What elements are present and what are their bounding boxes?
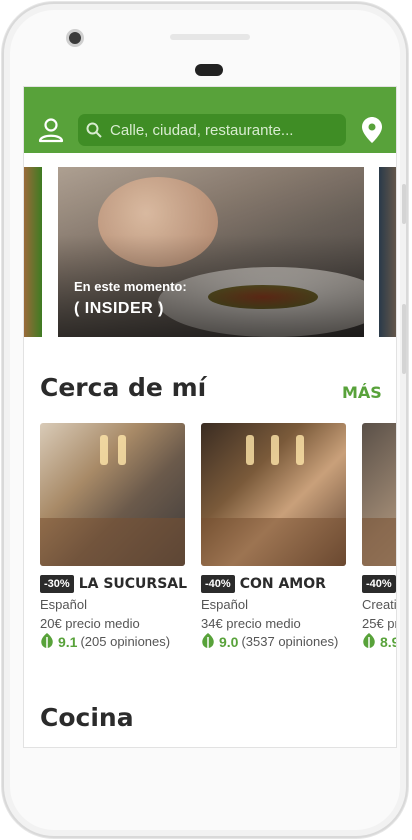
discount-badge: -40%	[362, 575, 396, 593]
restaurant-card[interactable]: -30% LA SUCURSAL Español 20€ precio medi…	[40, 423, 188, 663]
phone-frame: En este momento: ( INSIDER ) Cerca de mí…	[2, 2, 408, 838]
restaurant-card[interactable]: -40% CON AMOR Español 34€ precio medio 9…	[201, 423, 346, 663]
restaurant-image	[40, 423, 185, 566]
restaurant-cuisine: Español	[201, 597, 248, 612]
cuisine-section-title: Cocina	[40, 703, 134, 732]
carousel-next-slide[interactable]	[379, 167, 396, 337]
rating-score: 9.0	[219, 633, 239, 650]
restaurant-price: 25€ pr	[362, 616, 397, 631]
app-screen: En este momento: ( INSIDER ) Cerca de mí…	[23, 86, 397, 748]
volume-button	[402, 184, 406, 224]
discount-badge: -40%	[201, 575, 235, 593]
nearby-section-title: Cerca de mí	[40, 373, 207, 402]
review-count: (205 opiniones)	[80, 634, 171, 649]
slide-caption: En este momento: ( INSIDER )	[74, 279, 187, 318]
restaurant-card[interactable]: -40% Creativ 25€ pr 8.9	[362, 423, 397, 663]
restaurant-cuisine: Creativ	[362, 597, 397, 612]
top-speaker	[170, 34, 250, 40]
leaf-icon	[363, 633, 375, 650]
restaurant-image	[362, 423, 396, 566]
rating-score: 8.9	[380, 633, 396, 650]
earpiece	[195, 64, 223, 76]
more-link[interactable]: MÁS	[342, 383, 382, 402]
front-camera	[66, 29, 84, 47]
restaurant-name: CON AMOR	[239, 576, 326, 592]
search-bar[interactable]	[78, 114, 346, 146]
review-count: (3537 opiniones)	[241, 634, 339, 649]
restaurant-image	[201, 423, 346, 566]
user-icon[interactable]	[38, 117, 64, 143]
leaf-icon	[202, 633, 214, 650]
restaurant-name: LA SUCURSAL	[78, 576, 188, 592]
leaf-icon	[41, 633, 53, 650]
restaurant-price: 20€ precio medio	[40, 616, 140, 631]
slide-subtitle: En este momento:	[74, 279, 187, 294]
restaurant-cuisine: Español	[40, 597, 87, 612]
search-icon	[86, 122, 102, 138]
power-button	[402, 304, 406, 374]
featured-carousel[interactable]: En este momento: ( INSIDER )	[24, 167, 396, 339]
restaurant-price: 34€ precio medio	[201, 616, 301, 631]
slide-title: ( INSIDER )	[74, 300, 164, 317]
search-input[interactable]	[110, 121, 330, 139]
carousel-prev-slide[interactable]	[24, 167, 42, 337]
carousel-slide[interactable]: En este momento: ( INSIDER )	[58, 167, 364, 337]
location-pin-icon[interactable]	[362, 117, 382, 143]
top-bar	[24, 87, 396, 153]
discount-badge: -30%	[40, 575, 74, 593]
rating-score: 9.1	[58, 633, 78, 650]
